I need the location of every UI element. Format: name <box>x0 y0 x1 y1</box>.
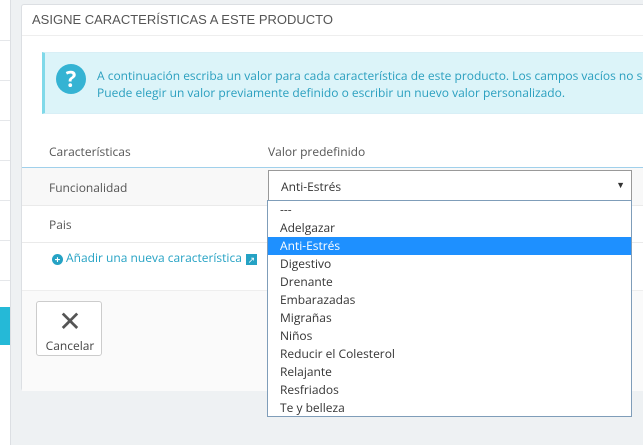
caret-down-icon: ▼ <box>616 178 625 191</box>
sidebar-divider <box>0 200 10 201</box>
dropdown-option[interactable]: Niños <box>268 327 631 345</box>
alert-text: A continuación escriba un valor para cad… <box>97 67 643 101</box>
external-link-icon: ↗ <box>245 253 257 266</box>
dropdown-option[interactable]: --- <box>268 201 631 219</box>
question-icon: ? <box>56 64 86 94</box>
alert-line-2: Puede elegir un valor previamente defini… <box>97 84 566 101</box>
dropdown-option[interactable]: Adelgazar <box>268 219 631 237</box>
dropdown-option[interactable]: Te y belleza <box>268 399 631 417</box>
panel-title: ASIGNE CARACTERÍSTICAS A ESTE PRODUCTO <box>22 5 643 36</box>
dropdown-option[interactable]: Digestivo <box>268 255 631 273</box>
select-dropdown-list[interactable]: --- Adelgazar Anti-Estrés Digestivo Drenante… <box>267 200 632 417</box>
dropdown-option[interactable]: Relajante <box>268 363 631 381</box>
info-alert: ? A continuación escriba un valor para c… <box>42 52 643 114</box>
left-sidebar <box>0 0 11 445</box>
cancel-button[interactable]: ✕ Cancelar <box>36 301 102 356</box>
column-header-predefined-value: Valor predefinido <box>268 143 366 160</box>
add-feature-link[interactable]: + Añadir una nueva característica ↗ <box>52 249 257 266</box>
sidebar-item-active[interactable] <box>0 307 10 345</box>
alert-line-1: A continuación escriba un valor para cad… <box>97 67 643 84</box>
dropdown-option[interactable]: Resfriados <box>268 381 631 399</box>
dropdown-option[interactable]: Migrañas <box>268 309 631 327</box>
dropdown-option[interactable]: Reducir el Colesterol <box>268 345 631 363</box>
feature-label: Pais <box>49 216 72 233</box>
dropdown-option[interactable]: Drenante <box>268 273 631 291</box>
sidebar-divider <box>0 120 10 121</box>
add-feature-label: Añadir una nueva característica <box>66 249 242 266</box>
select-value: Anti-Estrés <box>281 178 342 195</box>
plus-circle-icon: + <box>52 254 63 265</box>
feature-label: Funcionalidad <box>49 179 128 196</box>
column-header-features: Características <box>49 143 131 160</box>
sidebar-divider <box>0 280 10 281</box>
table-header: Características Valor predefinido <box>22 139 643 168</box>
dropdown-option[interactable]: Embarazadas <box>268 291 631 309</box>
sidebar-divider <box>0 240 10 241</box>
cancel-label: Cancelar <box>45 337 95 354</box>
sidebar-divider <box>0 160 10 161</box>
predefined-value-select[interactable]: Anti-Estrés ▼ <box>268 170 632 201</box>
sidebar-divider <box>0 40 10 41</box>
sidebar-divider <box>0 80 10 81</box>
close-icon: ✕ <box>58 302 82 340</box>
dropdown-option[interactable]: Anti-Estrés <box>268 237 631 255</box>
